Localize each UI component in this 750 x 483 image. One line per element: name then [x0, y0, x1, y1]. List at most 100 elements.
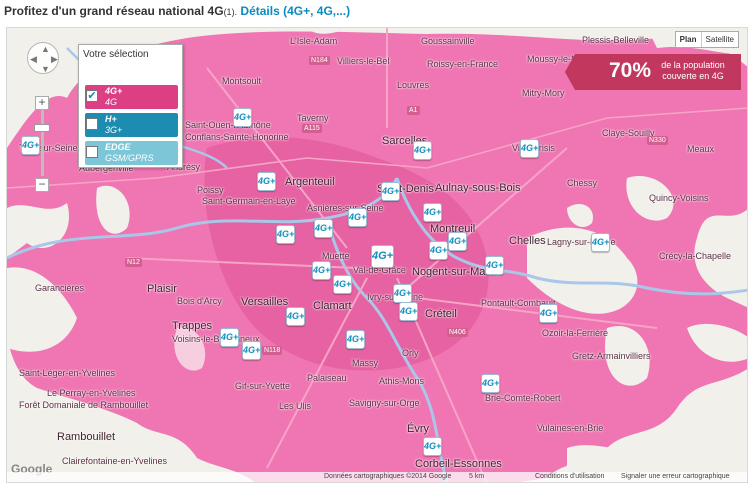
place-label: Athis-Mons	[379, 376, 425, 386]
coverage-map[interactable]: L'Isle-Adam Goussainville Plessis-Bellev…	[6, 27, 748, 483]
coverage-banner: 70% de la population couverte en 4G	[565, 54, 741, 90]
4g-site-marker[interactable]: 4G+	[286, 307, 305, 326]
map-attribution-bar: Données cartographiques ©2014 Google 5 k…	[7, 472, 747, 482]
place-label: Saint-Ouen-l'Aumône	[185, 120, 271, 130]
place-label: Massy	[352, 358, 379, 368]
place-label: Vulaines-en-Brie	[537, 423, 604, 433]
4g-site-marker[interactable]: 4G+	[333, 275, 352, 294]
4g-site-marker[interactable]: 4G+	[539, 304, 558, 323]
map-data-credit: Données cartographiques ©2014 Google	[324, 473, 452, 480]
place-label: Poissy	[197, 185, 224, 195]
legend-4g-top-label: 4G+	[105, 86, 123, 96]
details-link[interactable]: Détails (4G+, 4G,...)	[240, 4, 350, 18]
coverage-percent: 70%	[609, 59, 652, 82]
pan-up-icon[interactable]: ▲	[41, 44, 50, 54]
4g-site-marker[interactable]: 4G+	[21, 136, 40, 155]
pan-down-icon[interactable]: ▼	[41, 64, 50, 74]
place-label: Savigny-sur-Orge	[349, 398, 420, 408]
place-label: Plaisir	[147, 283, 177, 295]
zoom-in-button[interactable]: +	[35, 96, 49, 110]
place-label: Rambouillet	[57, 431, 116, 443]
4g-site-marker[interactable]: 4G+	[423, 437, 442, 456]
place-label: Asnières-sur-Seine	[307, 203, 384, 213]
place-label: Meaux	[687, 144, 715, 154]
place-label: Argenteuil	[285, 176, 335, 188]
place-label: Corbeil-Essonnes	[415, 458, 502, 470]
report-error-link[interactable]: Signaler une erreur cartographique	[621, 473, 730, 480]
4g-site-marker[interactable]: 4G+	[423, 203, 442, 222]
4g-site-marker[interactable]: 4G+	[312, 261, 331, 280]
road-badge: N406	[447, 328, 468, 337]
place-label: Versailles	[241, 296, 289, 308]
place-label: Clamart	[313, 300, 352, 312]
place-label: Gif-sur-Yvette	[235, 381, 291, 391]
legend-4g-bottom-label: 4G	[105, 97, 118, 107]
place-label: Garancières	[35, 283, 85, 293]
place-label: Palaiseau	[307, 373, 347, 383]
4g-site-marker[interactable]: 4G+	[346, 330, 365, 349]
place-label: Montsoult	[222, 76, 262, 86]
legend-title: Votre sélection	[83, 49, 149, 60]
4g-site-marker[interactable]: 4G+	[276, 225, 295, 244]
4g-site-marker[interactable]: 4G+	[314, 219, 333, 238]
pan-control[interactable]: ▲ ▼ ◀ ▶	[27, 42, 59, 74]
place-label: Mitry-Mory	[522, 88, 565, 98]
4g-site-marker[interactable]: 4G+	[591, 233, 610, 252]
place-label: Aulnay-sous-Bois	[435, 182, 521, 194]
coverage-caption-line1: de la population	[661, 60, 725, 70]
4g-site-marker[interactable]: 4G+	[399, 302, 418, 321]
place-label: Chelles	[509, 235, 546, 247]
zoom-slider-handle[interactable]	[34, 124, 50, 132]
zoom-out-button[interactable]: −	[35, 178, 49, 192]
pan-left-icon[interactable]: ◀	[30, 54, 37, 65]
4g-site-marker[interactable]: 4G+	[233, 108, 252, 127]
4g-site-marker[interactable]: 4G+	[371, 245, 394, 268]
place-label: Crécy-la-Chapelle	[659, 251, 732, 261]
place-label: Trappes	[172, 320, 212, 332]
place-label: Forêt Domaniale de Rambouillet	[19, 400, 149, 410]
map-scale: 5 km	[469, 473, 485, 480]
4g-site-marker[interactable]: 4G+	[413, 141, 432, 160]
place-label: Gretz-Armainvilliers	[572, 351, 651, 361]
4g-site-marker[interactable]: 4G+	[381, 182, 400, 201]
headline-footnote: (1).	[223, 7, 238, 17]
legend-option-3g[interactable]: H+ 3G+	[85, 113, 178, 137]
4g-site-marker[interactable]: 4G+	[242, 341, 261, 360]
pan-right-icon[interactable]: ▶	[51, 54, 58, 65]
place-label: Ozoir-la-Ferrière	[542, 328, 609, 338]
checkbox-edge[interactable]	[86, 146, 98, 158]
road-badge: N118	[262, 346, 283, 355]
4g-site-marker[interactable]: 4G+	[448, 232, 467, 251]
road-badge: N184	[309, 56, 330, 65]
place-label: Saint-Léger-en-Yvelines	[19, 368, 116, 378]
4g-site-marker[interactable]: 4G+	[348, 208, 367, 227]
plan-button[interactable]: Plan	[676, 32, 702, 47]
4g-site-marker[interactable]: 4G+	[257, 172, 276, 191]
checkbox-3g[interactable]	[86, 118, 98, 130]
banner-notch	[565, 54, 575, 90]
place-label: Plessis-Belleville	[582, 35, 650, 45]
coverage-caption-line2: couverte en 4G	[662, 71, 724, 81]
network-selection-panel: Votre sélection ✔ 4G+ 4G H+ 3G+ EDGE GSM…	[78, 44, 183, 168]
place-label: L'Isle-Adam	[290, 36, 338, 46]
checkbox-4g[interactable]: ✔	[86, 90, 98, 102]
4g-site-marker[interactable]: 4G+	[520, 139, 539, 158]
4g-site-marker[interactable]: 4G+	[485, 256, 504, 275]
place-label: Roissy-en-France	[427, 59, 499, 69]
place-label: Créteil	[425, 308, 457, 320]
4g-site-marker[interactable]: 4G+	[220, 328, 239, 347]
legend-edge-bottom-label: GSM/GPRS	[105, 153, 154, 163]
legend-option-edge[interactable]: EDGE GSM/GPRS	[85, 141, 178, 165]
4g-site-marker[interactable]: 4G+	[481, 374, 500, 393]
headline-title: Profitez d'un grand réseau national 4G	[4, 4, 224, 18]
4g-site-marker[interactable]: 4G+	[429, 241, 448, 260]
place-label: Muette	[322, 251, 350, 261]
place-label: Villiers-le-Bel	[337, 56, 390, 66]
place-label: Louvres	[397, 80, 430, 90]
terms-link[interactable]: Conditions d'utilisation	[535, 473, 604, 480]
legend-edge-top-label: EDGE	[105, 142, 131, 152]
4g-site-marker[interactable]: 4G+	[393, 284, 412, 303]
legend-option-4g[interactable]: ✔ 4G+ 4G	[85, 85, 178, 109]
place-label: Goussainville	[421, 36, 475, 46]
satellite-button[interactable]: Satellite	[702, 32, 738, 47]
